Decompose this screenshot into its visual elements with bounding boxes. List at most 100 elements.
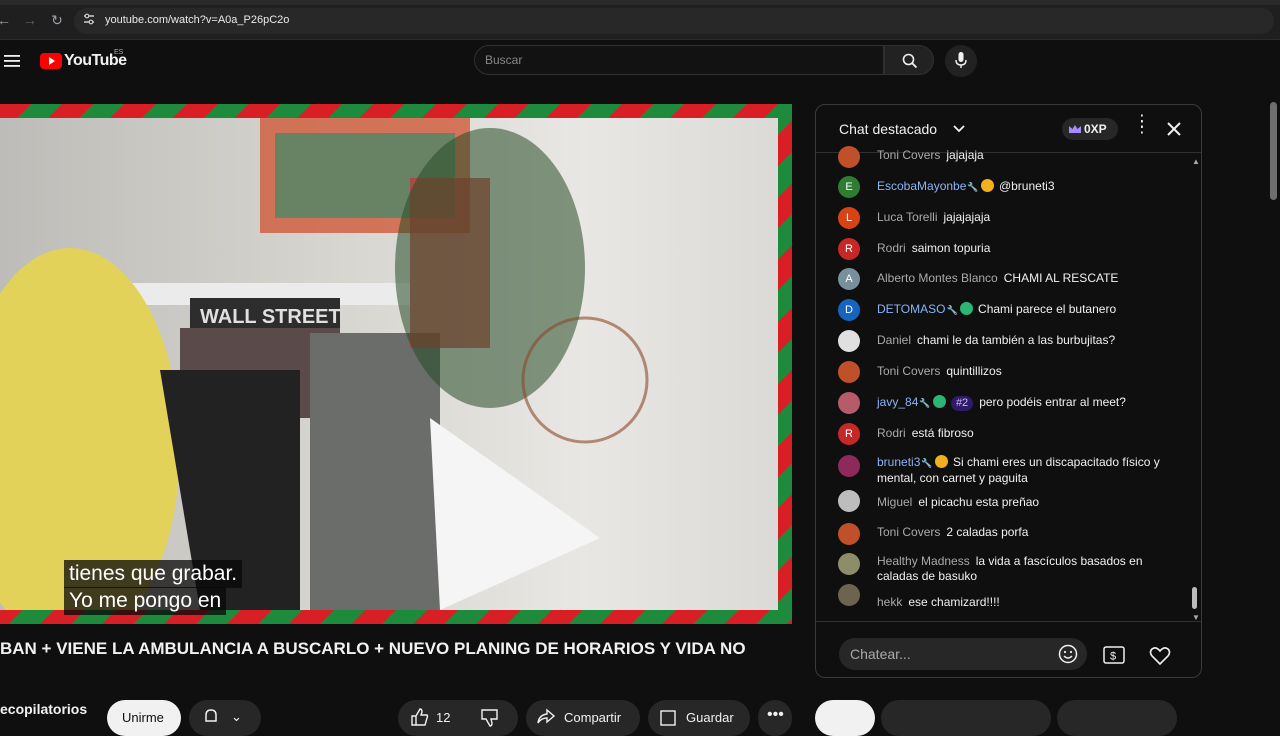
chat-author[interactable]: DETOMASO <box>877 302 945 316</box>
avatar[interactable] <box>838 361 860 383</box>
channel-name[interactable]: ecopilatorios <box>0 701 87 717</box>
chat-title[interactable]: Chat destacado <box>839 121 937 137</box>
chat-author[interactable]: Toni Covers <box>877 525 940 539</box>
moderator-wrench-icon: 🔧 <box>967 182 979 192</box>
emoji-button[interactable] <box>1049 638 1087 670</box>
chat-message-text: Chami parece el butanero <box>978 302 1117 316</box>
back-icon[interactable]: ← <box>0 12 12 28</box>
chat-author[interactable]: Rodri <box>877 241 906 255</box>
tab-strip <box>0 0 1280 5</box>
share-icon <box>537 708 556 724</box>
avatar[interactable]: L <box>838 207 860 229</box>
chat-author[interactable]: bruneti3 <box>877 455 920 469</box>
reload-icon[interactable]: ↻ <box>49 12 65 28</box>
chat-input-area: Chatear... $ <box>816 621 1201 677</box>
chat-author[interactable]: Alberto Montes Blanco <box>877 271 998 285</box>
emoji-icon <box>1058 644 1078 664</box>
chat-author[interactable]: Rodri <box>877 426 906 440</box>
chat-message-text: pero podéis entrar al meet? <box>979 395 1126 409</box>
avatar[interactable]: R <box>838 423 860 445</box>
site-info-icon[interactable] <box>82 12 96 26</box>
chat-author[interactable]: Toni Covers <box>877 364 940 378</box>
filter-chip-1[interactable] <box>815 700 875 736</box>
chat-message-body: Toni Covers jajajaja <box>877 148 1182 163</box>
avatar[interactable]: E <box>838 176 860 198</box>
share-label: Compartir <box>564 710 622 725</box>
chevron-down-icon: ⌄ <box>231 709 242 724</box>
filter-chip-3[interactable] <box>1057 700 1177 736</box>
svg-text:WALL STREET: WALL STREET <box>200 306 341 328</box>
search-button[interactable] <box>884 45 934 75</box>
chat-author[interactable]: Miguel <box>877 495 912 509</box>
avatar[interactable] <box>838 330 860 352</box>
save-button[interactable]: Guardar <box>648 700 750 736</box>
chat-message-text: chami le da también a las burbujitas? <box>917 333 1116 347</box>
avatar[interactable] <box>838 146 860 168</box>
chat-scrollbar[interactable]: ▲ ▼ <box>1192 155 1200 623</box>
chat-author[interactable]: Daniel <box>877 333 911 347</box>
video-frame-content[interactable]: WALL STREET <box>0 118 778 610</box>
chat-message-text: ese chamizard!!!! <box>908 595 1000 609</box>
chat-message-text: saimon topuria <box>911 241 991 255</box>
more-options-icon[interactable]: ⋮ ⋮ <box>1134 114 1150 136</box>
chat-author[interactable]: javy_84 <box>877 395 918 409</box>
like-button[interactable]: 12 <box>398 700 518 736</box>
avatar[interactable] <box>838 392 860 414</box>
avatar[interactable] <box>838 455 860 477</box>
avatar[interactable] <box>838 553 860 575</box>
chat-message-body: EscobaMayonbe🔧 @bruneti3 <box>877 179 1182 195</box>
chat-message-body: Alberto Montes Blanco CHAMI AL RESCATE <box>877 271 1182 286</box>
super-chat-icon[interactable]: $ <box>1103 646 1125 664</box>
share-button[interactable]: Compartir <box>526 700 640 736</box>
chat-author[interactable]: hekk <box>877 595 902 609</box>
chat-message-body: Miguel el picachu esta preñao <box>877 495 1182 510</box>
subtitle-line-2: Yo me pongo en <box>64 587 227 615</box>
chat-author[interactable]: Toni Covers <box>877 148 940 162</box>
avatar[interactable]: A <box>838 268 860 290</box>
menu-icon[interactable] <box>4 54 20 68</box>
xp-badge[interactable]: 0XP <box>1062 118 1118 140</box>
like-count: 12 <box>436 710 451 725</box>
forward-icon[interactable]: → <box>22 12 38 28</box>
dislike-icon[interactable] <box>480 708 500 728</box>
chat-scroll-thumb[interactable] <box>1192 587 1197 609</box>
chat-message-body: Healthy Madness la vida a fascículos basa… <box>877 554 1182 584</box>
chat-message-text: @bruneti3 <box>998 179 1055 193</box>
join-button[interactable]: Unirme <box>107 700 181 736</box>
more-actions-button[interactable]: ••• <box>758 700 792 736</box>
chat-author[interactable]: Healthy Madness <box>877 554 970 568</box>
chat-author[interactable]: EscobaMayonbe <box>877 179 966 193</box>
filter-chip-2[interactable] <box>881 700 1051 736</box>
live-chat-panel: Chat destacado 0XP ⋮ ⋮ Toni Covers jajajaj… <box>815 104 1202 678</box>
rank-badge: #2 <box>950 396 974 411</box>
avatar[interactable] <box>838 523 860 545</box>
avatar[interactable]: D <box>838 299 860 321</box>
url-text: youtube.com/watch?v=A0a_P26pC2o <box>105 14 290 26</box>
svg-text:$: $ <box>1110 651 1116 663</box>
chat-message-body: Rodri saimon topuria <box>877 241 1182 256</box>
heart-icon[interactable] <box>1149 646 1171 666</box>
save-label: Guardar <box>686 710 734 725</box>
search-input[interactable] <box>474 45 884 75</box>
chevron-down-icon[interactable] <box>953 125 965 133</box>
page-scrollbar[interactable] <box>1270 102 1277 200</box>
scroll-up-icon[interactable]: ▲ <box>1192 157 1200 166</box>
chat-message-text: jajajajaja <box>943 210 991 224</box>
voice-search-button[interactable] <box>945 45 977 77</box>
avatar[interactable] <box>838 490 860 512</box>
member-badge-icon <box>980 179 994 192</box>
chat-message-text: está fibroso <box>911 426 974 440</box>
avatar[interactable]: R <box>838 238 860 260</box>
notification-button[interactable]: ⌄ <box>189 700 261 736</box>
chat-author[interactable]: Luca Torelli <box>877 210 937 224</box>
youtube-logo-icon[interactable] <box>40 53 62 69</box>
chat-message-body: Toni Covers 2 caladas porfa <box>877 525 1182 540</box>
avatar[interactable] <box>838 584 860 606</box>
close-icon[interactable] <box>1167 122 1181 136</box>
video-title: BAN + VIENE LA AMBULANCIA A BUSCARLO + N… <box>0 639 746 658</box>
chat-message-body: Toni Covers quintillizos <box>877 364 1182 379</box>
search-placeholder: Buscar <box>485 53 523 67</box>
chat-message-text: el picachu esta preñao <box>918 495 1040 509</box>
chat-message-text: quintillizos <box>946 364 1002 378</box>
search-icon <box>902 53 918 69</box>
